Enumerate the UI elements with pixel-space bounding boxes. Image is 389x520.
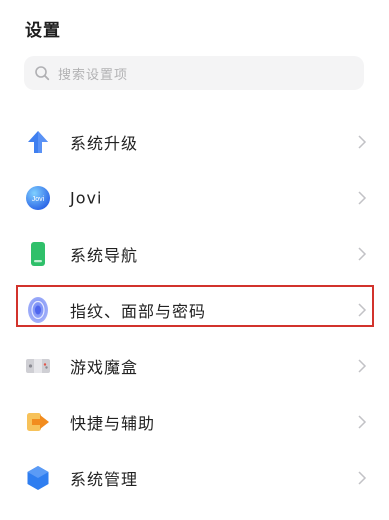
settings-item-label: 系统升级 (70, 134, 139, 153)
upgrade-arrow-icon (24, 128, 52, 156)
navigation-phone-icon (24, 240, 52, 268)
system-management-icon (24, 464, 52, 492)
settings-item-system-upgrade[interactable]: 系统升级 (0, 114, 389, 170)
chevron-right-icon (358, 303, 367, 317)
settings-item-label: 游戏魔盒 (70, 358, 139, 377)
settings-item-label: Jovi (70, 188, 103, 208)
game-box-icon (24, 352, 52, 380)
settings-list: 系统升级 Jovi Jovi 系统导航 指纹、面部与密码 游戏魔盒 快捷与辅助 … (0, 114, 389, 506)
search-placeholder: 搜索设置项 (58, 67, 129, 83)
chevron-right-icon (358, 359, 367, 373)
settings-item-shortcut-assist[interactable]: 快捷与辅助 (0, 394, 389, 450)
search-input[interactable]: 搜索设置项 (24, 56, 364, 90)
settings-item-game-box[interactable]: 游戏魔盒 (0, 338, 389, 394)
page-title: 设置 (25, 21, 61, 41)
chevron-right-icon (358, 191, 367, 205)
chevron-right-icon (358, 415, 367, 429)
chevron-right-icon (358, 471, 367, 485)
jovi-icon: Jovi (24, 184, 52, 212)
chevron-right-icon (358, 135, 367, 149)
settings-item-fingerprint-face-password[interactable]: 指纹、面部与密码 (0, 282, 389, 338)
settings-item-label: 系统管理 (70, 470, 139, 489)
jovi-icon-text: Jovi (32, 196, 45, 203)
shortcut-assist-icon (24, 408, 52, 436)
fingerprint-icon (24, 296, 52, 324)
settings-item-label: 指纹、面部与密码 (70, 302, 207, 321)
settings-item-label: 快捷与辅助 (70, 414, 156, 433)
settings-item-label: 系统导航 (70, 246, 139, 265)
settings-item-system-management[interactable]: 系统管理 (0, 450, 389, 506)
search-icon (35, 66, 50, 81)
chevron-right-icon (358, 247, 367, 261)
settings-item-system-navigation[interactable]: 系统导航 (0, 226, 389, 282)
settings-item-jovi[interactable]: Jovi Jovi (0, 170, 389, 226)
